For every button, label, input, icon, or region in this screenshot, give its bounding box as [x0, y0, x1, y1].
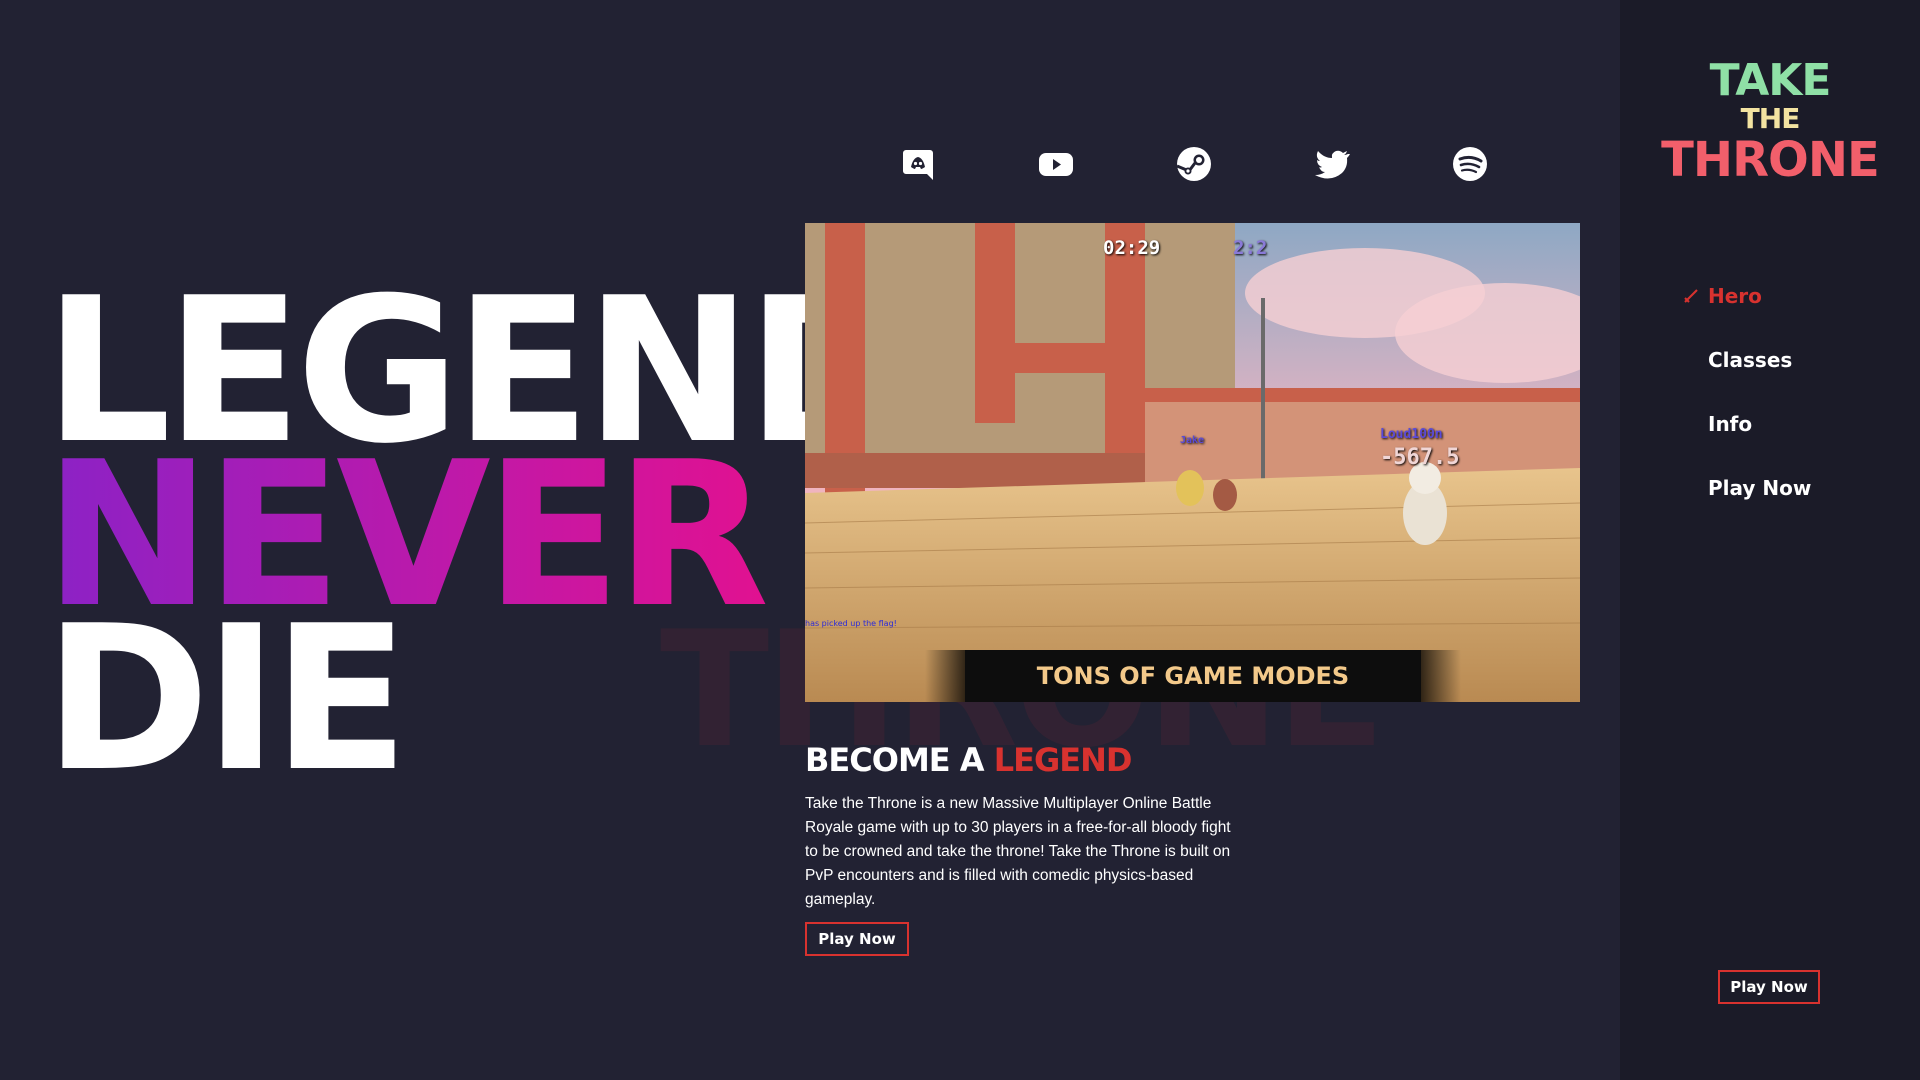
- video-caption: TONS OF GAME MODES: [965, 650, 1421, 702]
- youtube-icon[interactable]: [1036, 144, 1076, 184]
- social-links: [898, 144, 1498, 188]
- sword-icon: [1684, 289, 1698, 303]
- nav-item-play-now[interactable]: Play Now: [1708, 468, 1811, 532]
- twitter-icon[interactable]: [1312, 144, 1352, 184]
- game-logo[interactable]: TAKE THE THRONE: [1620, 55, 1920, 188]
- sidebar-play-now-button[interactable]: Play Now: [1718, 970, 1820, 1004]
- game-description: Take the Throne is a new Massive Multipl…: [805, 795, 1231, 908]
- play-now-button[interactable]: Play Now: [805, 922, 909, 956]
- title-accent: LEGEND: [993, 741, 1133, 779]
- page: LEGENDS NEVER DIE THRONE: [0, 0, 1920, 1080]
- nav-item-hero[interactable]: Hero: [1684, 276, 1811, 340]
- nav-item-info[interactable]: Info: [1708, 404, 1811, 468]
- player-value: -567.5: [1380, 445, 1460, 470]
- about-section: BECOME A LEGEND Take the Throne is a new…: [805, 740, 1235, 956]
- section-nav: Hero Classes Info Play Now: [1684, 276, 1811, 532]
- nav-label-info: Info: [1708, 412, 1753, 436]
- nav-label-play-now: Play Now: [1708, 476, 1812, 500]
- player-name-tag: Loud100n: [1380, 427, 1443, 442]
- title-prefix: BECOME A: [805, 741, 994, 779]
- match-score: 2:2: [1233, 237, 1268, 259]
- game-scene-image: [805, 223, 1580, 702]
- match-timer: 02:29: [1103, 237, 1161, 259]
- nav-label-classes: Classes: [1708, 348, 1793, 372]
- logo-line-take: TAKE: [1709, 55, 1832, 106]
- sidebar: TAKE THE THRONE Hero Classes Info Play N…: [1620, 0, 1920, 1080]
- steam-icon[interactable]: [1174, 144, 1214, 184]
- spotify-icon[interactable]: [1450, 144, 1490, 184]
- logo-line-the: THE: [1740, 102, 1801, 135]
- player-name-tag-2: Jake: [1180, 435, 1205, 446]
- discord-icon[interactable]: [898, 144, 938, 184]
- logo-line-throne: THRONE: [1661, 132, 1880, 188]
- nav-item-classes[interactable]: Classes: [1708, 340, 1811, 404]
- section-title: BECOME A LEGEND: [805, 740, 1235, 780]
- nav-label-hero: Hero: [1708, 284, 1762, 308]
- kill-feed-text: has picked up the flag!: [805, 619, 897, 628]
- trailer-video[interactable]: 02:29 2:2 Loud100n -567.5 Jake has picke…: [805, 223, 1580, 702]
